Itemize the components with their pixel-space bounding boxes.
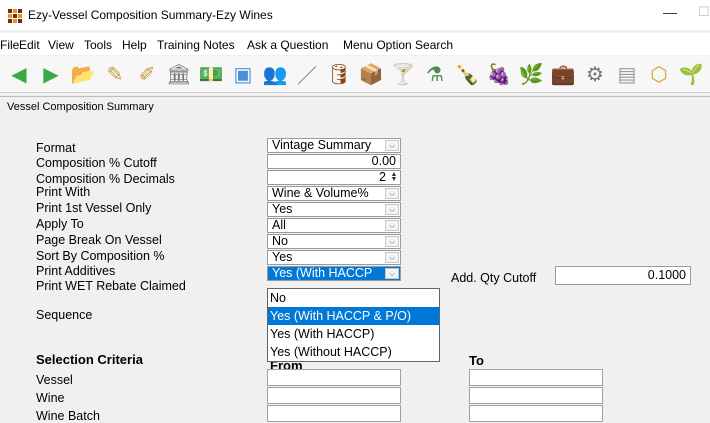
decimals-value: 2 [379, 170, 386, 184]
wine-batch-label: Wine Batch [36, 409, 100, 423]
title-bar: Ezy-Vessel Composition Summary-Ezy Wines… [0, 0, 710, 30]
screen-icon[interactable]: ▣ [230, 61, 256, 87]
pen-icon[interactable]: ／ [294, 61, 320, 88]
bank-icon[interactable]: 🏛 [166, 61, 192, 87]
edit-icon[interactable]: ✎ [102, 61, 128, 87]
menu-training-notes[interactable]: Training Notes [157, 38, 235, 52]
barrel-icon[interactable]: 🛢 [326, 61, 352, 87]
menu-edit[interactable]: Edit [19, 38, 40, 52]
page-break-label: Page Break On Vessel [36, 233, 162, 247]
selection-criteria-title: Selection Criteria [36, 352, 143, 367]
add-qty-cutoff-label: Add. Qty Cutoff [451, 271, 537, 285]
toolbar: ◀ ▶ 📂 ✎ ✐ 🏛 💵 ▣ 👥 ／ 🛢 📦 🍸 ⚗ 🍾 🍇 🌿 💼 ⚙ ▤ ⬡ 🌱 [0, 56, 710, 93]
forward-arrow-icon[interactable]: ▶ [38, 61, 64, 87]
form-area: Format Composition % Cutoff Composition … [0, 119, 710, 423]
cube-icon[interactable]: ⬡ [646, 61, 672, 87]
note-edit-icon[interactable]: ✐ [134, 61, 160, 87]
vessel-from-input[interactable] [267, 369, 401, 386]
vessel-to-input[interactable] [469, 369, 603, 386]
form-title: Vessel Composition Summary [7, 101, 154, 113]
print-first-label: Print 1st Vessel Only [36, 201, 152, 215]
chevron-down-icon[interactable]: ⌵ [385, 188, 399, 199]
wine-label: Wine [36, 391, 65, 405]
people-icon[interactable]: 👥 [262, 61, 288, 87]
apply-to-label: Apply To [36, 217, 84, 231]
page-break-select[interactable]: No ⌵ [267, 234, 401, 249]
sort-by-value: Yes [272, 250, 293, 264]
form-title-bar: Vessel Composition Summary [0, 96, 710, 120]
chevron-down-icon[interactable]: ⌵ [385, 268, 399, 279]
maximize-button[interactable]: ☐ [698, 4, 710, 24]
sort-by-select[interactable]: Yes ⌵ [267, 250, 401, 265]
apply-to-select[interactable]: All ⌵ [267, 218, 401, 233]
dropdown-option[interactable]: Yes (With HACCP & P/O) [268, 307, 439, 325]
back-arrow-icon[interactable]: ◀ [6, 61, 32, 87]
cutoff-input[interactable]: 0.00 [267, 154, 401, 169]
vessel-label: Vessel [36, 373, 73, 387]
print-with-label: Print With [36, 185, 91, 199]
print-with-select[interactable]: Wine & Volume% ⌵ [267, 186, 401, 201]
decimals-label: Composition % Decimals [36, 172, 175, 186]
print-first-select[interactable]: Yes ⌵ [267, 202, 401, 217]
add-qty-cutoff-value: 0.1000 [647, 268, 686, 282]
apply-to-value: All [272, 218, 286, 232]
menu-tools[interactable]: Tools [84, 38, 112, 52]
window-title: Ezy-Vessel Composition Summary-Ezy Wines [28, 8, 273, 22]
format-label: Format [36, 141, 76, 155]
menu-help[interactable]: Help [122, 38, 147, 52]
print-additives-value: Yes (With HACCP [272, 266, 373, 280]
wine-to-input[interactable] [469, 387, 603, 404]
spin-arrows-icon[interactable]: ▲ ▼ [389, 171, 399, 183]
glass-icon[interactable]: 🍸 [390, 61, 416, 87]
print-additives-label: Print Additives [36, 264, 116, 278]
menu-bar: File Edit View Tools Help Training Notes… [0, 33, 710, 55]
app-icon [8, 9, 22, 23]
chevron-down-icon[interactable]: ⌵ [385, 236, 399, 247]
settings-icon[interactable]: ⚙ [582, 61, 608, 87]
wine-from-input[interactable] [267, 387, 401, 404]
wine-batch-from-input[interactable] [267, 405, 401, 422]
to-header: To [469, 353, 484, 368]
add-qty-cutoff-input[interactable]: 0.1000 [555, 266, 691, 285]
print-first-value: Yes [272, 202, 293, 216]
format-select[interactable]: Vintage Summary ⌵ [267, 138, 401, 153]
chevron-down-icon[interactable]: ⌵ [385, 220, 399, 231]
lab-icon[interactable]: ⚗ [422, 61, 448, 87]
grapes-icon[interactable]: 🍇 [486, 61, 512, 87]
print-additives-select[interactable]: Yes (With HACCP ⌵ [267, 266, 401, 281]
chevron-down-icon[interactable]: ⌵ [385, 140, 399, 151]
format-value: Vintage Summary [272, 138, 372, 152]
briefcase-icon[interactable]: 💼 [550, 61, 576, 87]
vine-icon[interactable]: 🌿 [518, 61, 544, 87]
sequence-label: Sequence [36, 308, 93, 322]
dropdown-option[interactable]: Yes (With HACCP) [268, 325, 439, 343]
open-folder-icon[interactable]: 📂 [70, 61, 96, 87]
wine-bottle-icon[interactable]: 🍾 [454, 61, 480, 87]
sort-by-label: Sort By Composition % [36, 249, 165, 263]
cutoff-value: 0.00 [371, 154, 396, 168]
document-icon[interactable]: ▤ [614, 61, 640, 87]
decimals-stepper[interactable]: 2 ▲ ▼ [267, 170, 401, 185]
dropdown-option[interactable]: No [268, 289, 439, 307]
plant-icon[interactable]: 🌱 [678, 61, 704, 87]
menu-option-search[interactable]: Menu Option Search [343, 38, 453, 52]
cutoff-label: Composition % Cutoff [36, 156, 157, 170]
chevron-down-icon[interactable]: ⌵ [385, 252, 399, 263]
menu-file[interactable]: File [0, 38, 19, 52]
menu-view[interactable]: View [48, 38, 74, 52]
dropdown-option[interactable]: Yes (Without HACCP) [268, 343, 439, 361]
wet-rebate-label: Print WET Rebate Claimed [36, 279, 186, 293]
minimize-button[interactable]: — [660, 4, 680, 24]
wine-batch-to-input[interactable] [469, 405, 603, 422]
money-icon[interactable]: 💵 [198, 61, 224, 87]
print-with-value: Wine & Volume% [272, 186, 369, 200]
page-break-value: No [272, 234, 288, 248]
chevron-down-icon[interactable]: ⌵ [385, 204, 399, 215]
box-icon[interactable]: 📦 [358, 61, 384, 87]
menu-ask-a-question[interactable]: Ask a Question [247, 38, 328, 52]
print-additives-dropdown[interactable]: No Yes (With HACCP & P/O) Yes (With HACCP)… [267, 288, 440, 362]
